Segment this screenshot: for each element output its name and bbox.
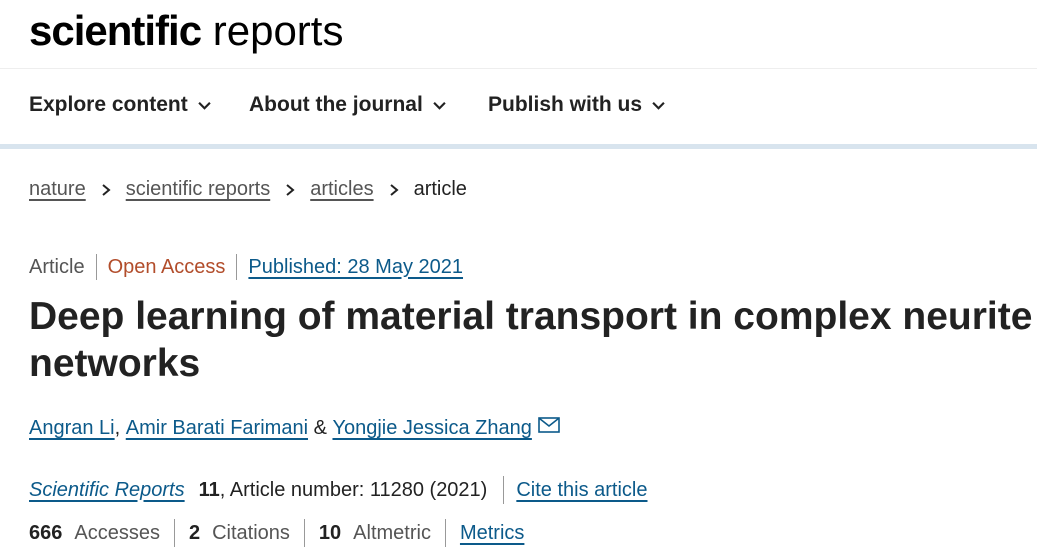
breadcrumb-current: article xyxy=(413,178,467,200)
author-separator: , xyxy=(114,417,126,439)
chevron-right-icon xyxy=(286,183,295,196)
chevron-down-icon xyxy=(198,101,211,110)
chevron-down-icon xyxy=(433,101,446,110)
nav-publish-with-us[interactable]: Publish with us xyxy=(488,93,665,117)
article-metrics: 666 Accesses 2 Citations 10 Altmetric Me… xyxy=(29,519,524,547)
author-link[interactable]: Angran Li xyxy=(29,417,115,440)
logo-light-text: reports xyxy=(201,7,344,54)
journal-link[interactable]: Scientific Reports xyxy=(29,479,185,502)
divider xyxy=(173,519,175,547)
chevron-right-icon xyxy=(389,183,399,196)
author-link[interactable]: Amir Barati Farimani xyxy=(126,417,308,440)
chevron-right-icon xyxy=(102,183,111,196)
volume-number: 11 xyxy=(198,478,220,501)
divider xyxy=(303,519,305,547)
divider xyxy=(503,476,505,504)
citations-label: Citations xyxy=(212,521,290,544)
accesses-count: 666 xyxy=(29,521,63,544)
site-logo[interactable]: scientific reports xyxy=(29,6,343,56)
article-title: Deep learning of material transport in c… xyxy=(29,295,1033,385)
masthead: scientific reports xyxy=(0,0,1037,69)
article-type: Article xyxy=(29,255,85,278)
nav-explore-content[interactable]: Explore content xyxy=(29,93,211,117)
accesses-label: Accesses xyxy=(74,521,160,544)
citations-count: 2 xyxy=(188,521,201,544)
logo-bold-text: scientific xyxy=(29,7,202,54)
cite-this-article-link[interactable]: Cite this article xyxy=(516,479,647,502)
author-separator: & xyxy=(308,417,333,439)
mail-icon[interactable] xyxy=(538,416,560,433)
divider xyxy=(236,254,238,280)
open-access-label: Open Access xyxy=(107,255,226,278)
article-number-text: , Article number: 11280 (2021) xyxy=(219,478,488,501)
breadcrumb-articles[interactable]: articles xyxy=(310,178,373,201)
nav-label: About the journal xyxy=(249,93,423,116)
author-list: Angran Li , Amir Barati Farimani & Yongj… xyxy=(29,416,560,440)
divider xyxy=(95,254,97,280)
author-link[interactable]: Yongjie Jessica Zhang xyxy=(332,417,531,440)
altmetric-count: 10 xyxy=(318,521,342,544)
article-meta: Article Open Access Published: 28 May 20… xyxy=(29,254,463,280)
altmetric-label: Altmetric xyxy=(353,521,431,544)
published-date-link[interactable]: Published: 28 May 2021 xyxy=(248,256,463,279)
breadcrumb-nature[interactable]: nature xyxy=(29,178,86,201)
nav-label: Explore content xyxy=(29,93,188,116)
breadcrumb-scientific-reports[interactable]: scientific reports xyxy=(126,178,271,201)
main-nav: Explore content About the journal Publis… xyxy=(0,69,1037,144)
nav-about-journal[interactable]: About the journal xyxy=(249,93,446,117)
divider xyxy=(444,519,446,547)
chevron-down-icon xyxy=(652,101,665,110)
metrics-link[interactable]: Metrics xyxy=(460,522,524,545)
citation-line: Scientific Reports 11 , Article number: … xyxy=(29,476,648,504)
nav-divider xyxy=(0,144,1037,149)
breadcrumb: nature scientific reports articles artic… xyxy=(29,178,467,201)
nav-label: Publish with us xyxy=(488,93,643,116)
